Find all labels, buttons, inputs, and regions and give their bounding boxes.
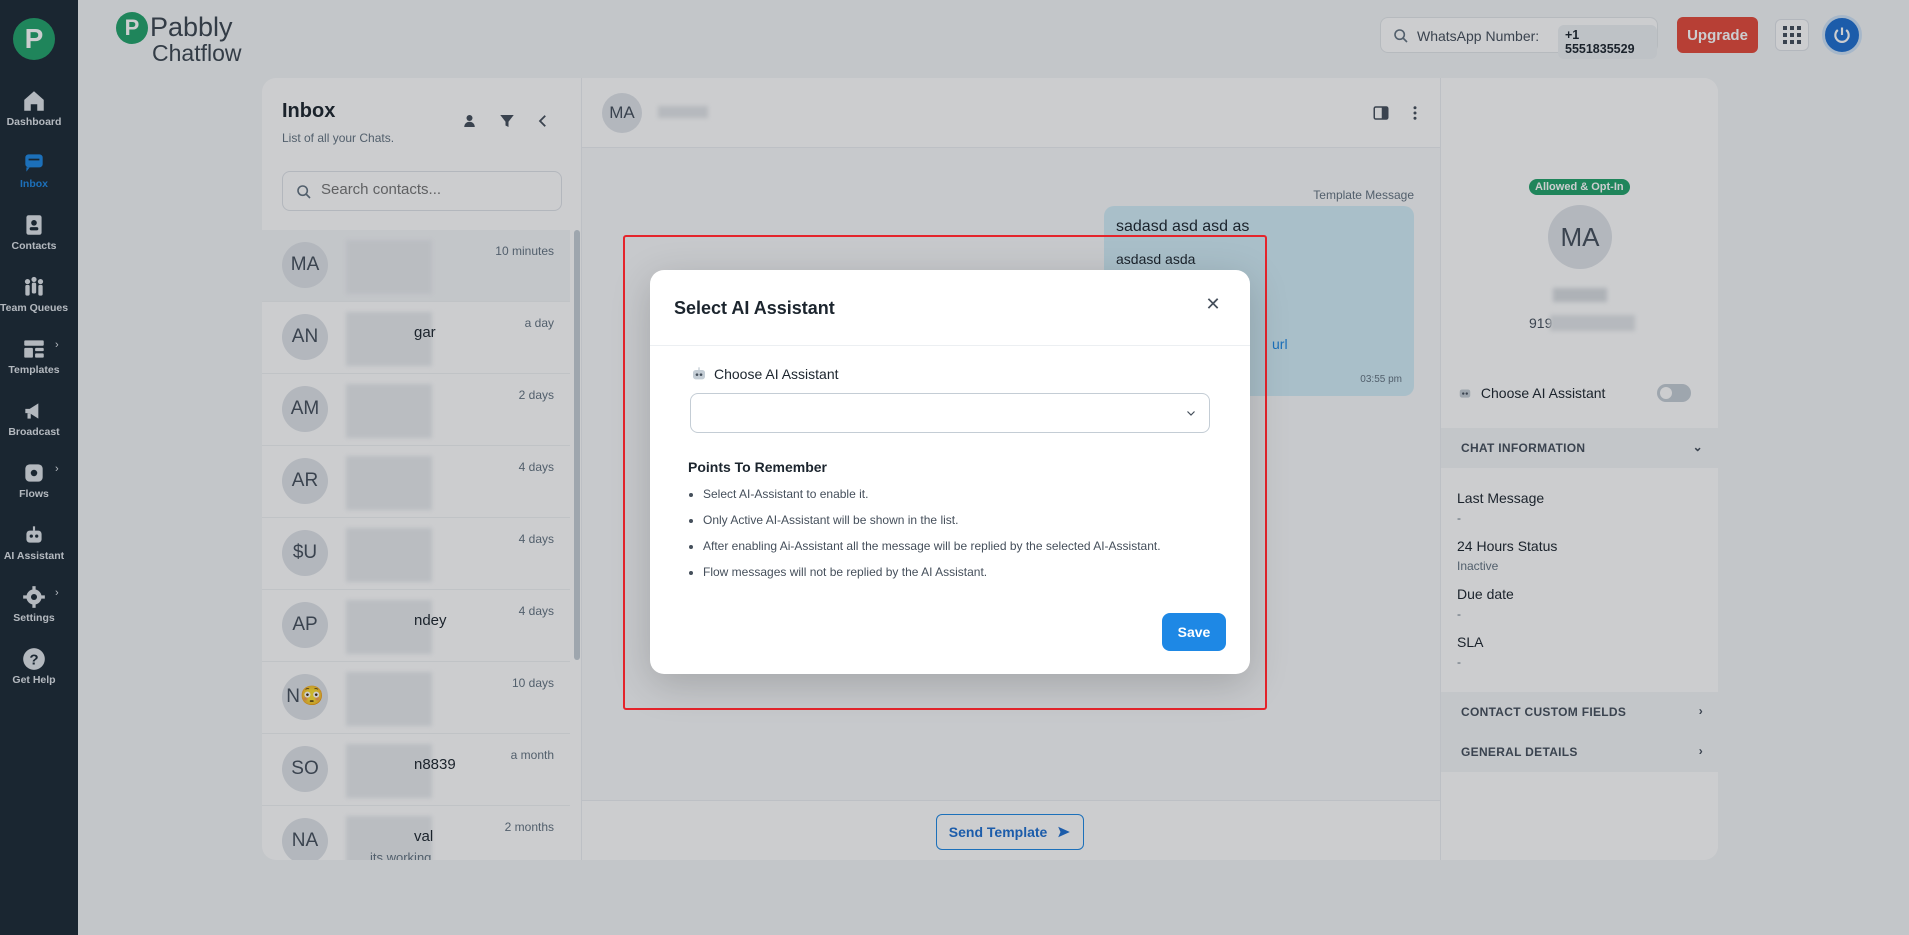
point-item: Only Active AI-Assistant will be shown i…: [703, 512, 1223, 538]
point-item: Flow messages will not be replied by the…: [703, 564, 1223, 590]
save-button[interactable]: Save: [1162, 613, 1226, 651]
close-icon[interactable]: ✕: [1203, 294, 1223, 314]
select-ai-assistant-dialog: Select AI Assistant ✕ Choose AI Assistan…: [650, 270, 1250, 674]
choose-ai-assistant-label: Choose AI Assistant: [714, 366, 839, 382]
ai-assistant-select[interactable]: [690, 393, 1210, 433]
dialog-title: Select AI Assistant: [674, 298, 835, 318]
points-to-remember-title: Points To Remember: [688, 459, 827, 475]
point-item: After enabling Ai-Assistant all the mess…: [703, 538, 1223, 564]
chevron-down-icon: [1187, 411, 1195, 416]
dialog-divider: [650, 345, 1250, 346]
robot-icon: [693, 367, 705, 380]
point-item: Select AI-Assistant to enable it.: [703, 486, 1223, 512]
points-list: Select AI-Assistant to enable it. Only A…: [703, 486, 1223, 590]
